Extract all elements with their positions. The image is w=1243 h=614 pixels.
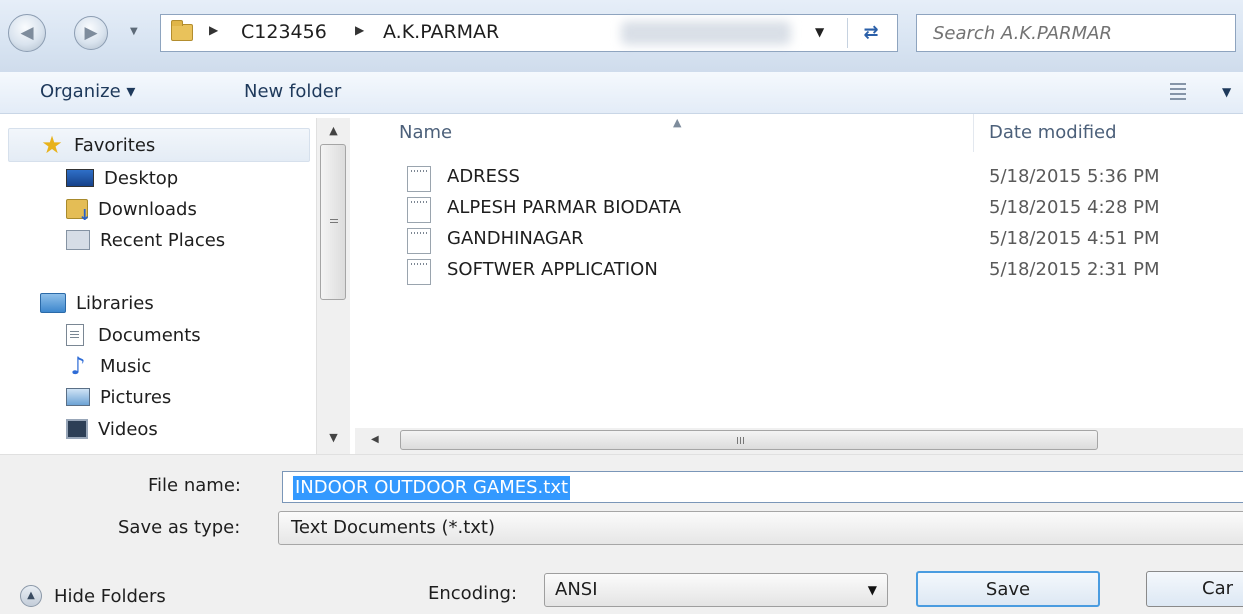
nav-item-desktop[interactable]: Desktop [66,163,178,193]
search-input[interactable] [917,15,1235,51]
save-type-value: Text Documents (*.txt) [291,517,496,538]
file-date: 5/18/2015 4:51 PM [989,228,1160,249]
file-name-label: File name: [148,475,241,496]
nav-label: Recent Places [100,229,226,251]
organize-button[interactable]: Organize ▾ [40,81,135,102]
toolbar: Organize ▾ New folder ▼ [0,72,1243,114]
nav-label: Videos [98,418,158,440]
nav-favorites[interactable]: ★ Favorites [40,130,155,160]
column-divider[interactable] [973,114,974,152]
scroll-down-icon[interactable]: ▼ [317,431,350,444]
save-form: File name: INDOOR OUTDOOR GAMES.txt Save… [0,454,1243,614]
folder-icon [171,20,193,41]
desktop-icon [66,169,94,187]
address-box[interactable]: ▶ C123456 ▶ A.K.PARMAR ▼ ⇄ [160,14,898,52]
file-date: 5/18/2015 2:31 PM [989,259,1160,280]
file-name: GANDHINAGAR [447,228,584,249]
new-folder-button[interactable]: New folder [244,81,341,102]
file-name: ADRESS [447,166,520,187]
pictures-icon [66,388,90,406]
nav-vertical-scrollbar[interactable]: ▲ ▼ [316,118,350,454]
breadcrumb-item[interactable]: C123456 [241,21,327,43]
file-name: ALPESH PARMAR BIODATA [447,197,682,218]
file-row[interactable]: ADRESS 5/18/2015 5:36 PM [395,164,1235,194]
save-type-label: Save as type: [118,517,241,538]
chevron-right-icon[interactable]: ▶ [355,23,364,37]
nav-label: Favorites [74,134,156,156]
nav-item-downloads[interactable]: Downloads [66,194,197,224]
text-file-icon [407,197,431,223]
videos-icon [66,419,88,439]
file-date: 5/18/2015 4:28 PM [989,197,1160,218]
navigation-pane: ★ Favorites Desktop Downloads Recent Pla… [0,114,355,454]
nav-libraries[interactable]: Libraries [40,288,154,318]
file-row[interactable]: ALPESH PARMAR BIODATA 5/18/2015 4:28 PM [395,195,1235,225]
scroll-up-icon[interactable]: ▲ [317,124,350,137]
file-date: 5/18/2015 5:36 PM [989,166,1160,187]
blurred-region [621,21,791,45]
save-button[interactable]: Save [916,571,1100,607]
cancel-button[interactable]: Car [1146,571,1243,607]
hide-folders-label: Hide Folders [54,585,166,607]
nav-item-pictures[interactable]: Pictures [66,382,171,412]
view-icon[interactable] [1170,83,1186,101]
nav-label: Pictures [100,386,172,408]
refresh-icon[interactable]: ⇄ [847,18,894,48]
downloads-icon [66,199,91,224]
hide-folders-button[interactable]: ▲ Hide Folders [20,585,166,607]
file-list: ▲ Name Date modified ADRESS 5/18/2015 5:… [355,114,1243,454]
text-file-icon [407,228,431,254]
column-header-name[interactable]: Name [399,122,452,143]
file-row[interactable]: SOFTWER APPLICATION 5/18/2015 2:31 PM [395,257,1235,287]
grip-icon [737,437,745,444]
search-box[interactable] [916,14,1236,52]
chevron-right-icon[interactable]: ▶ [209,23,218,37]
file-name: SOFTWER APPLICATION [447,259,658,280]
scrollbar-thumb[interactable] [320,144,346,300]
back-icon: ◀ [20,23,34,43]
text-file-icon [407,166,431,192]
file-list-horizontal-scrollbar[interactable]: ◀ [355,428,1243,454]
nav-label: Libraries [76,292,154,314]
nav-label: Music [100,355,152,377]
nav-item-recent-places[interactable]: Recent Places [66,225,225,255]
libraries-icon [40,293,66,313]
column-header-date[interactable]: Date modified [989,122,1117,143]
chevron-down-icon[interactable]: ▼ [1222,85,1231,99]
chevron-down-icon: ▼ [867,583,877,597]
recent-pages-dropdown[interactable]: ▼ [130,26,138,37]
forward-button[interactable]: ▶ [74,16,108,50]
star-icon: ★ [41,131,63,159]
save-type-select[interactable]: Text Documents (*.txt) [278,511,1243,545]
recent-places-icon [66,230,90,250]
scrollbar-thumb[interactable] [400,430,1098,450]
breadcrumb-item[interactable]: A.K.PARMAR [383,21,499,43]
music-icon: ♪ [70,352,86,380]
nav-label: Documents [98,324,201,346]
nav-item-music[interactable]: ♪ Music [66,351,151,381]
chevron-down-icon[interactable]: ▼ [815,25,824,39]
forward-icon: ▶ [84,23,98,43]
back-button[interactable]: ◀ [8,14,46,52]
nav-item-documents[interactable]: Documents [66,320,201,350]
documents-icon [66,324,84,346]
file-name-value[interactable]: INDOOR OUTDOOR GAMES.txt [293,476,571,500]
sort-ascending-icon: ▲ [673,116,682,129]
encoding-value: ANSI [555,579,598,600]
encoding-label: Encoding: [428,583,518,604]
nav-label: Downloads [98,198,197,220]
file-name-field[interactable]: INDOOR OUTDOOR GAMES.txt [282,471,1243,503]
file-row[interactable]: GANDHINAGAR 5/18/2015 4:51 PM [395,226,1235,256]
grip-icon [330,219,338,225]
scroll-left-icon[interactable]: ◀ [371,434,379,445]
encoding-select[interactable]: ANSI ▼ [544,573,888,607]
address-bar-area: ◀ ▶ ▼ ▶ C123456 ▶ A.K.PARMAR ▼ ⇄ [0,0,1243,72]
nav-label: Desktop [104,167,179,189]
chevron-up-icon: ▲ [20,585,42,607]
save-as-dialog: ◀ ▶ ▼ ▶ C123456 ▶ A.K.PARMAR ▼ ⇄ Organiz… [0,0,1243,614]
nav-item-videos[interactable]: Videos [66,414,158,444]
text-file-icon [407,259,431,285]
